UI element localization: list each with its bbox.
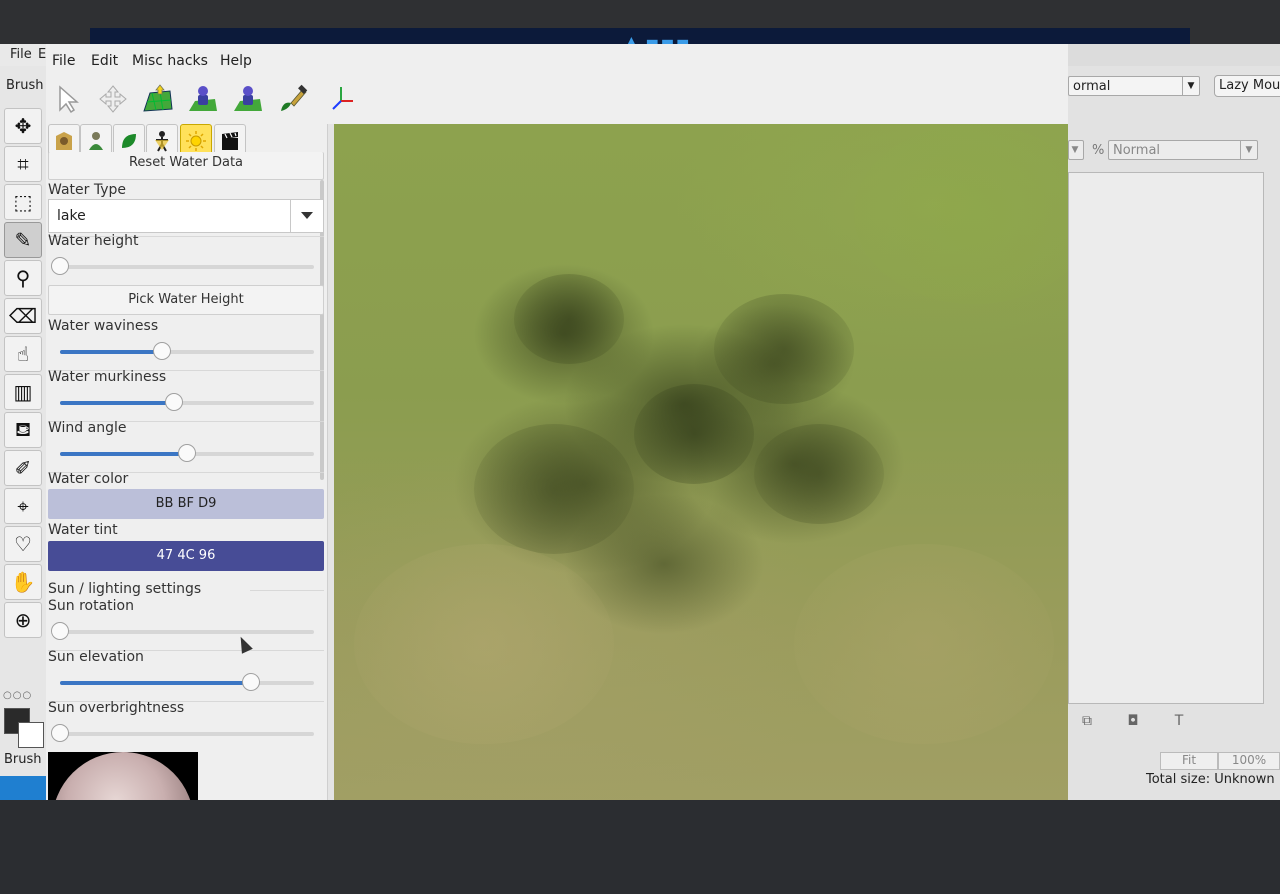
move-tool-icon[interactable]: ✥: [4, 108, 42, 144]
dots-icon: ○○○: [3, 690, 33, 701]
smudge-tool-icon[interactable]: ☝: [4, 336, 42, 372]
slider-knob[interactable]: [51, 622, 69, 640]
water-tint-button[interactable]: 47 4C 96: [48, 541, 324, 571]
dry-patch: [354, 544, 614, 744]
move-arrows-icon[interactable]: [96, 82, 130, 116]
preview-sphere-shape: [52, 752, 194, 800]
background-brush-label: Brush: [6, 78, 44, 93]
wind-angle-label: Wind angle: [48, 420, 127, 436]
eraser-tool-icon[interactable]: ⌫: [4, 298, 42, 334]
stamp-tool-icon[interactable]: ⚲: [4, 260, 42, 296]
water-height-slider[interactable]: [51, 257, 314, 275]
water-color-button[interactable]: BB BF D9: [48, 489, 324, 519]
menu-edit[interactable]: Edit: [91, 53, 118, 69]
slider-knob[interactable]: [51, 724, 69, 742]
water-waviness-label: Water waviness: [48, 318, 159, 334]
opacity-select[interactable]: ▼: [1066, 140, 1084, 160]
water-type-select[interactable]: lake: [48, 199, 324, 233]
sun-section-title: Sun / lighting settings: [48, 581, 202, 597]
water-tint-label: Water tint: [48, 522, 118, 538]
path-tool-icon[interactable]: ⌖: [4, 488, 42, 524]
shape-tool-icon[interactable]: ♡: [4, 526, 42, 562]
eyedropper-tool-icon[interactable]: ✐: [4, 450, 42, 486]
crop-tool-icon[interactable]: ⌗: [4, 146, 42, 182]
zoom-tool-icon[interactable]: ⊕: [4, 602, 42, 638]
menu-misc-hacks[interactable]: Misc hacks: [132, 53, 208, 69]
background-blue-tab: [0, 776, 46, 800]
separator: [250, 590, 324, 591]
chevron-down-icon: ▼: [1182, 77, 1199, 95]
pick-water-height-button[interactable]: Pick Water Height: [48, 285, 324, 315]
sun-overbrightness-slider[interactable]: [51, 724, 314, 742]
grass-patch: [854, 124, 1068, 304]
water-murkiness-slider[interactable]: [60, 393, 314, 411]
wind-angle-slider[interactable]: [60, 444, 314, 462]
axis-gizmo-icon[interactable]: [324, 82, 358, 116]
gradient-tool-icon[interactable]: ▥: [4, 374, 42, 410]
sun-elevation-slider[interactable]: [60, 673, 314, 691]
slider-knob[interactable]: [241, 673, 260, 691]
sun-overbrightness-label: Sun overbrightness: [48, 700, 185, 716]
slider-knob[interactable]: [152, 342, 171, 360]
dry-patch: [794, 544, 1054, 744]
select-rect-tool-icon[interactable]: ⬚: [4, 184, 42, 220]
slider-knob[interactable]: [178, 444, 196, 462]
water-type-value: lake: [57, 208, 86, 224]
blend-mode-select[interactable]: ormal ▼: [1068, 76, 1200, 96]
terrain-hill: [514, 274, 624, 364]
layers-list[interactable]: [1068, 172, 1264, 704]
raise-terrain-stamp-icon[interactable]: [186, 82, 220, 116]
water-color-label: Water color: [48, 471, 129, 487]
sun-rotation-slider[interactable]: [51, 622, 314, 640]
terrain-hill: [634, 384, 754, 484]
menu-help[interactable]: Help: [220, 53, 252, 69]
layer-mode-select[interactable]: Normal ▼: [1108, 140, 1258, 160]
terrain-grid-up-icon[interactable]: [141, 82, 175, 116]
menu-file[interactable]: File: [52, 53, 75, 69]
paint-brush-icon[interactable]: [276, 82, 310, 116]
sun-rotation-label: Sun rotation: [48, 598, 134, 614]
brush-tool-icon[interactable]: ✎: [4, 222, 42, 258]
slider-fill: [60, 452, 187, 456]
water-type-label: Water Type: [48, 182, 126, 198]
fit-button[interactable]: Fit: [1160, 752, 1218, 770]
sun-elevation-label: Sun elevation: [48, 649, 144, 665]
duplicate-layer-icon[interactable]: ⧉: [1074, 710, 1100, 732]
reset-water-data-button[interactable]: Reset Water Data: [48, 152, 324, 180]
terrain-3d-viewport[interactable]: [334, 124, 1068, 800]
fill-tool-icon[interactable]: ⛾: [4, 412, 42, 448]
water-waviness-slider[interactable]: [60, 342, 314, 360]
zoom-field[interactable]: 100%: [1218, 752, 1280, 770]
chevron-down-icon: [290, 200, 323, 232]
background-menu-edit[interactable]: E: [38, 47, 46, 62]
terrain-hill: [714, 294, 854, 404]
background-color-swatch[interactable]: [18, 722, 44, 748]
water-height-label: Water height: [48, 233, 139, 249]
chevron-down-icon: ▼: [1240, 141, 1257, 159]
chevron-down-icon: ▼: [1066, 141, 1083, 159]
percent-label: %: [1092, 143, 1105, 158]
slider-fill: [60, 681, 251, 685]
mask-layer-icon[interactable]: ◘: [1120, 710, 1146, 732]
slider-knob[interactable]: [51, 257, 69, 275]
slider-fill: [60, 350, 162, 354]
lower-terrain-stamp-icon[interactable]: [231, 82, 265, 116]
lazy-mouse-button[interactable]: Lazy Mou: [1214, 75, 1280, 97]
background-brush-tab[interactable]: Brush: [2, 752, 44, 767]
background-menu-file[interactable]: File: [10, 47, 32, 62]
pointer-tool-icon[interactable]: [52, 82, 86, 116]
slider-fill: [60, 401, 175, 405]
layer-mode-value: Normal: [1113, 143, 1161, 158]
text-layer-icon[interactable]: T: [1166, 710, 1192, 732]
terrain-hill: [474, 424, 634, 554]
hand-tool-icon[interactable]: ✋: [4, 564, 42, 600]
water-murkiness-label: Water murkiness: [48, 369, 167, 385]
total-size-label: Total size: Unknown: [1146, 772, 1275, 787]
terrain-hill: [754, 424, 884, 524]
blend-mode-value: ormal: [1073, 79, 1111, 94]
